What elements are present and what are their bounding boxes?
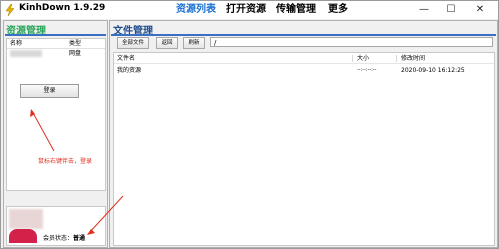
app-title: KinhDown 1.9.29	[19, 3, 106, 13]
lightning-app-icon	[5, 4, 15, 16]
column-filename[interactable]: 文件名	[117, 54, 135, 63]
maximize-button[interactable]: ☐	[438, 1, 464, 19]
path-input[interactable]: /	[210, 37, 493, 47]
member-box: 会员状态：普通	[6, 206, 106, 246]
resource-panel: 资源管理 名称 类型 网盘 登录 鼠标右键伴击，登录 会员状态：普通	[3, 20, 108, 248]
file-toolbar: 全部文件 返回 刷新 /	[113, 36, 493, 49]
app-window: KinhDown 1.9.29 资源列表 打开资源 传输管理 更多 — ☐ ✕ …	[0, 0, 499, 249]
row-filename: 我的资源	[117, 67, 142, 74]
menu-resource-list[interactable]: 资源列表	[176, 2, 216, 18]
avatar	[9, 209, 43, 229]
member-status-value: 普通	[73, 235, 86, 242]
column-size[interactable]: 大小	[357, 54, 369, 63]
avatar-shoulders	[9, 229, 37, 243]
member-status-label: 会员状态：普通	[43, 233, 85, 242]
all-files-button[interactable]: 全部文件	[117, 37, 149, 49]
column-divider	[352, 55, 353, 62]
header-divider	[114, 63, 494, 64]
title-bar: KinhDown 1.9.29 资源列表 打开资源 传输管理 更多 — ☐ ✕	[1, 1, 498, 19]
member-label-text: 会员状态：	[43, 235, 74, 242]
column-divider	[396, 55, 397, 62]
annotation-text: 鼠标右键伴击，登录	[38, 158, 93, 165]
menu-transfer-manager[interactable]: 传输管理	[276, 2, 316, 18]
menu-more[interactable]: 更多	[328, 2, 348, 18]
column-modified[interactable]: 修改时间	[401, 54, 425, 63]
row-modified: 2020-09-10 16:12:25	[401, 67, 465, 74]
back-button[interactable]: 返回	[156, 37, 178, 49]
table-row[interactable]: 我的资源 --:--:--:-- 2020-09-10 16:12:25	[114, 66, 494, 75]
file-table[interactable]: 文件名 大小 修改时间 我的资源 --:--:--:-- 2020-09-10 …	[113, 52, 495, 246]
minimize-button[interactable]: —	[411, 1, 437, 19]
menu-open-resource[interactable]: 打开资源	[226, 2, 266, 18]
file-panel: 文件管理 全部文件 返回 刷新 / 文件名 大小 修改时间 我的资源 --:--…	[109, 20, 498, 248]
row-size: --:--:--:--	[357, 67, 377, 73]
refresh-button[interactable]: 刷新	[183, 37, 205, 49]
close-button[interactable]: ✕	[467, 1, 493, 19]
